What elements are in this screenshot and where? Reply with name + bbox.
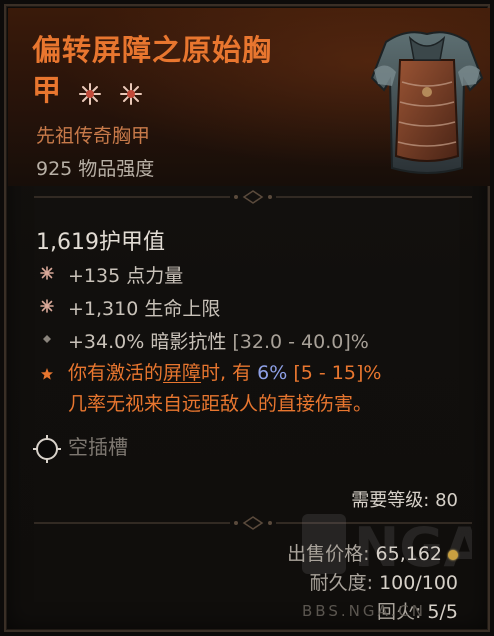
- empty-socket-icon: [33, 435, 61, 463]
- item-name-line1: 偏转屏障之原始胸: [32, 33, 273, 67]
- sell-price-value: 65,162: [375, 543, 442, 565]
- legendary-range: [5 - 15]%: [287, 362, 382, 384]
- armor-value: 1,619护甲值: [36, 230, 165, 255]
- required-level: 需要等级: 80: [351, 490, 458, 511]
- item-name: 偏转屏障之原始胸 甲: [32, 30, 362, 112]
- section-divider: [34, 190, 472, 204]
- item-tooltip: 偏转屏障之原始胸 甲 先祖传奇胸甲 925 物品强度 1,619护甲值 +135…: [4, 4, 490, 632]
- durability-value: 100/100: [379, 572, 458, 594]
- affix-text: +34.0% 暗影抗性 [32.0 - 40.0]%: [68, 327, 369, 354]
- barrier-keyword-link[interactable]: 屏障: [163, 362, 201, 384]
- ancestral-stars: [79, 72, 150, 112]
- legendary-star-icon: [41, 368, 53, 380]
- star-burst-icon: [40, 299, 54, 313]
- legendary-text-part2: 时, 有: [201, 362, 258, 384]
- legendary-text-line2: 几率无视来自远距敌人的直接伤害。: [68, 393, 373, 415]
- durability-row: 耐久度: 100/100: [310, 568, 458, 595]
- sell-price-row: 出售价格: 65,162: [287, 539, 458, 566]
- diamond-icon: [43, 335, 51, 343]
- empty-socket-label: 空插槽: [68, 435, 128, 459]
- ancestral-star-icon: [120, 83, 143, 105]
- affix-value: +34.0% 暗影抗性: [68, 331, 233, 353]
- star-burst-icon: [40, 266, 54, 280]
- gold-coin-icon: [448, 549, 458, 560]
- chest-armor-image: [370, 31, 484, 174]
- item-name-line2: 甲: [32, 73, 63, 107]
- legendary-text-part1: 你有激活的: [68, 362, 164, 384]
- durability-label: 耐久度:: [309, 572, 374, 594]
- affix-range: [32.0 - 40.0]%: [232, 331, 369, 353]
- sell-price-label: 出售价格:: [287, 543, 370, 565]
- affix-text: +1,310 生命上限: [68, 298, 221, 320]
- temper-value: 5/5: [427, 601, 458, 623]
- site-watermark: BBS.NGA.CN: [302, 602, 426, 620]
- item-power: 925 物品强度: [36, 158, 155, 180]
- item-type: 先祖传奇胸甲: [36, 125, 151, 147]
- affix-text: +135 点力量: [68, 265, 184, 287]
- legendary-percent: 6%: [257, 362, 288, 384]
- ancestral-star-icon: [79, 83, 102, 105]
